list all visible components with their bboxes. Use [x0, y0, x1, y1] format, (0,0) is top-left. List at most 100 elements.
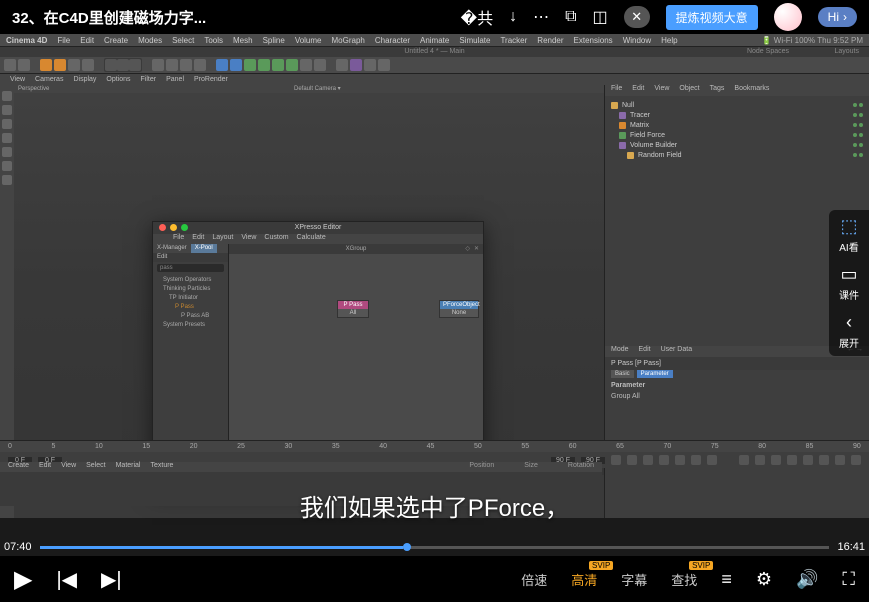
attr-tab-parameter[interactable]: Parameter — [637, 370, 673, 378]
attr-userdata[interactable]: User Data — [661, 346, 693, 357]
seek-bar[interactable] — [40, 546, 830, 549]
picture-viewer-icon[interactable] — [194, 59, 206, 71]
vp-filter[interactable]: Filter — [141, 76, 157, 83]
environment-icon[interactable] — [286, 59, 298, 71]
xp-close-icon[interactable]: ✕ — [474, 244, 479, 254]
render-icon[interactable] — [152, 59, 164, 71]
menu-window[interactable]: Window — [623, 36, 651, 45]
render-settings-icon[interactable] — [180, 59, 192, 71]
vp-panel[interactable]: Panel — [166, 76, 184, 83]
menu-help[interactable]: Help — [661, 36, 677, 45]
caption-button[interactable]: 字幕 — [621, 570, 647, 589]
next-button[interactable]: ▶| — [101, 567, 122, 592]
select-tool-icon[interactable] — [54, 59, 66, 71]
edge-mode-icon[interactable] — [2, 133, 12, 143]
ai-watch-button[interactable]: ⬚AI看 — [839, 216, 858, 254]
courseware-button[interactable]: ▭课件 — [839, 264, 859, 302]
tree-ppassab[interactable]: P Pass AB — [157, 312, 224, 321]
close-traffic-icon[interactable] — [159, 224, 166, 231]
xp-menu-calc[interactable]: Calculate — [297, 234, 326, 244]
om-object[interactable]: Object — [679, 85, 699, 96]
attr-group-field[interactable]: Group All — [611, 393, 863, 400]
object-row[interactable]: Matrix — [611, 120, 863, 130]
settings-icon[interactable]: ⚙ — [756, 569, 772, 590]
cube-primitive-icon[interactable] — [216, 59, 228, 71]
tl-prevkey-icon[interactable] — [627, 455, 637, 465]
speed-button[interactable]: 倍速 — [521, 570, 547, 589]
menu-tracker[interactable]: Tracker — [500, 36, 527, 45]
volume-icon[interactable] — [364, 59, 376, 71]
menu-create[interactable]: Create — [104, 36, 128, 45]
tl-param-icon[interactable] — [835, 455, 845, 465]
tl-rot-icon[interactable] — [819, 455, 829, 465]
xp-node-pforce[interactable]: PForceObject None — [439, 300, 479, 318]
menu-modes[interactable]: Modes — [138, 36, 162, 45]
attr-edit[interactable]: Edit — [639, 346, 651, 357]
play-button[interactable]: ▶ — [14, 565, 32, 594]
om-edit[interactable]: Edit — [632, 85, 644, 96]
extract-summary-button[interactable]: 提炼视频大意 — [666, 5, 758, 30]
expand-button[interactable]: ‹展开 — [839, 312, 859, 350]
tl-prevframe-icon[interactable] — [643, 455, 653, 465]
tl-gotostart-icon[interactable] — [611, 455, 621, 465]
om-file[interactable]: File — [611, 85, 622, 96]
y-axis-icon[interactable] — [117, 59, 129, 71]
menu-mograph[interactable]: MoGraph — [332, 36, 365, 45]
hi-button[interactable]: Hi › — [818, 7, 857, 27]
attr-tab-basic[interactable]: Basic — [611, 370, 634, 378]
light-icon[interactable] — [314, 59, 326, 71]
move-tool-icon[interactable] — [40, 59, 52, 71]
render-region-icon[interactable] — [166, 59, 178, 71]
vp-display[interactable]: Display — [73, 76, 96, 83]
xp-search-input[interactable]: pass — [157, 264, 224, 272]
tl-scale-icon[interactable] — [803, 455, 813, 465]
menu-extensions[interactable]: Extensions — [574, 36, 613, 45]
menu-animate[interactable]: Animate — [420, 36, 449, 45]
undo-icon[interactable] — [4, 59, 16, 71]
om-bookmarks[interactable]: Bookmarks — [734, 85, 769, 96]
mat-view[interactable]: View — [61, 462, 76, 472]
tree-sysop[interactable]: System Operators — [157, 276, 224, 285]
om-view[interactable]: View — [654, 85, 669, 96]
object-row[interactable]: Volume Builder — [611, 140, 863, 150]
tl-nextframe-icon[interactable] — [675, 455, 685, 465]
field-icon[interactable] — [272, 59, 284, 71]
xmanager-tab[interactable]: X-Manager — [153, 244, 191, 253]
xp-lock-icon[interactable]: ◇ — [465, 244, 470, 254]
xp-node-ppass[interactable]: P Pass All — [337, 300, 369, 318]
seek-thumb[interactable] — [403, 543, 411, 551]
tree-tp[interactable]: Thinking Particles — [157, 285, 224, 294]
generator-icon[interactable] — [244, 59, 256, 71]
xp-edit-row[interactable]: Edit — [153, 253, 228, 262]
xp-menu-edit[interactable]: Edit — [192, 234, 204, 244]
deformer-icon[interactable] — [258, 59, 270, 71]
menu-edit[interactable]: Edit — [80, 36, 94, 45]
volume-icon[interactable]: 🔊 — [796, 569, 818, 590]
camera-dropdown[interactable]: Default Camera ▾ — [294, 85, 341, 93]
mograph-icon[interactable] — [350, 59, 362, 71]
xpool-tab[interactable]: X-Pool — [191, 244, 217, 253]
object-row[interactable]: Field Force — [611, 130, 863, 140]
tl-gotoend-icon[interactable] — [707, 455, 717, 465]
layouts-dropdown[interactable]: Layouts — [834, 47, 859, 57]
attr-mode[interactable]: Mode — [611, 346, 629, 357]
object-row[interactable]: Tracer — [611, 110, 863, 120]
menu-character[interactable]: Character — [375, 36, 410, 45]
poly-mode-icon[interactable] — [2, 147, 12, 157]
tl-pos-icon[interactable] — [787, 455, 797, 465]
xp-menu-file[interactable]: File — [173, 234, 184, 244]
vp-cameras[interactable]: Cameras — [35, 76, 63, 83]
rotate-tool-icon[interactable] — [82, 59, 94, 71]
vp-prorender[interactable]: ProRender — [194, 76, 228, 83]
menu-app[interactable]: Cinema 4D — [6, 36, 47, 45]
min-traffic-icon[interactable] — [170, 224, 177, 231]
download-icon[interactable]: ↓ — [509, 8, 517, 26]
mat-material[interactable]: Material — [116, 462, 141, 472]
menu-tools[interactable]: Tools — [204, 36, 223, 45]
menu-select[interactable]: Select — [172, 36, 194, 45]
xp-menu-layout[interactable]: Layout — [212, 234, 233, 244]
vp-options[interactable]: Options — [106, 76, 130, 83]
tl-autokey-icon[interactable] — [755, 455, 765, 465]
search-button[interactable]: 查找SVIP — [671, 570, 697, 589]
object-row[interactable]: Null — [611, 100, 863, 110]
